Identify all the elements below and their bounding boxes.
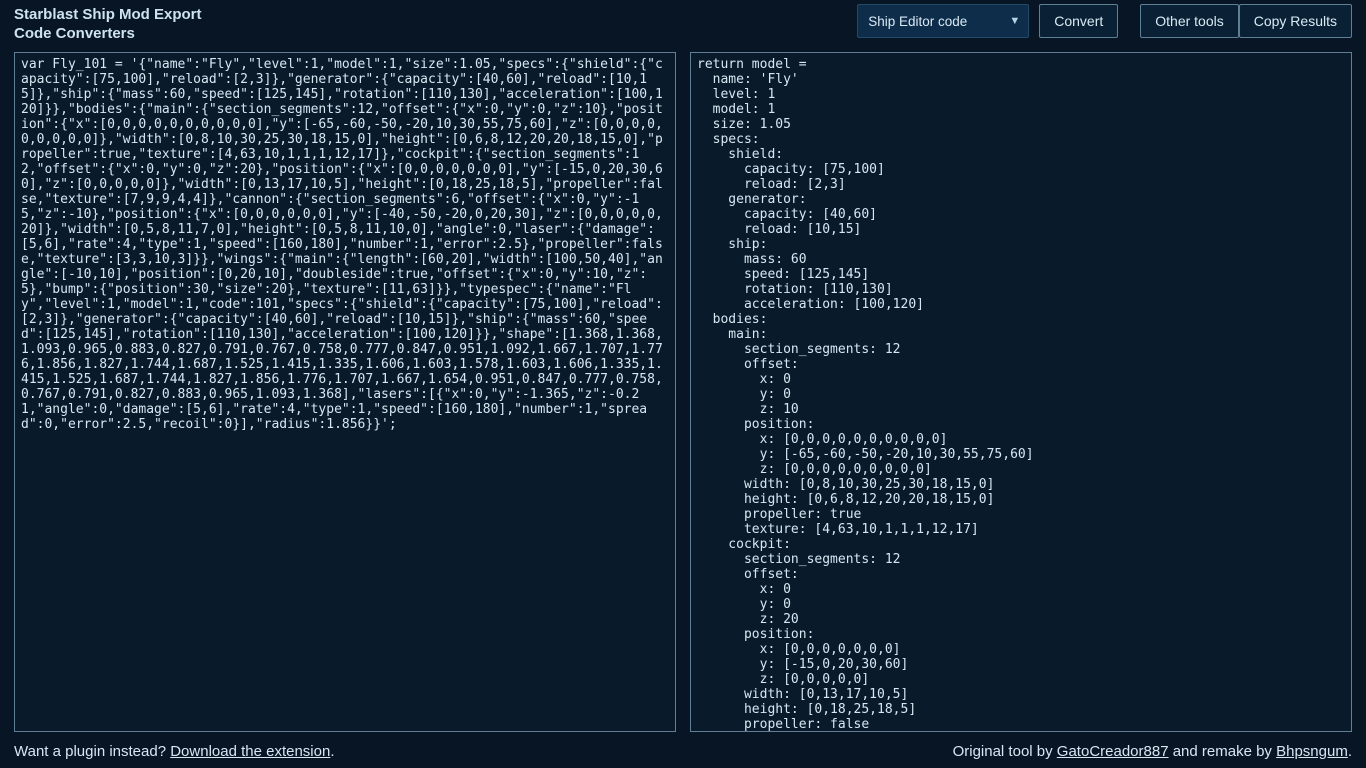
controls-left: Ship Editor code ▼ Convert <box>857 4 1118 38</box>
credit-prefix: Original tool by <box>953 743 1057 760</box>
other-tools-button[interactable]: Other tools <box>1140 4 1238 38</box>
format-select-value: Ship Editor code <box>868 14 967 29</box>
footer: Want a plugin instead? Download the exte… <box>0 732 1366 764</box>
chevron-down-icon: ▼ <box>1009 15 1020 27</box>
app-title: Starblast Ship Mod Export Code Converter… <box>14 4 202 44</box>
panels: var Fly_101 = '{"name":"Fly","level":1,"… <box>0 52 1366 732</box>
header-bar: Starblast Ship Mod Export Code Converter… <box>0 0 1366 52</box>
controls-right: Copy Results <box>1239 4 1352 38</box>
title-line-1: Starblast Ship Mod Export <box>14 6 202 25</box>
credits: Original tool by GatoCreador887 and rema… <box>953 743 1352 760</box>
credit-suffix: . <box>1348 743 1352 760</box>
convert-button[interactable]: Convert <box>1039 4 1118 38</box>
plugin-hint: Want a plugin instead? Download the exte… <box>14 743 335 760</box>
other-tools-label: Other tools <box>1155 13 1223 29</box>
author2-link[interactable]: Bhpsngum <box>1276 743 1348 760</box>
copy-results-button[interactable]: Copy Results <box>1239 4 1352 38</box>
title-line-2: Code Converters <box>14 25 202 44</box>
copy-results-label: Copy Results <box>1254 13 1337 29</box>
input-code-panel[interactable]: var Fly_101 = '{"name":"Fly","level":1,"… <box>14 52 676 732</box>
format-select[interactable]: Ship Editor code ▼ <box>857 4 1029 38</box>
controls-mid: Other tools <box>1140 4 1238 38</box>
plugin-suffix: . <box>330 743 334 760</box>
plugin-prefix: Want a plugin instead? <box>14 743 170 760</box>
credit-mid: and remake by <box>1169 743 1277 760</box>
download-extension-link[interactable]: Download the extension <box>170 743 330 760</box>
author1-link[interactable]: GatoCreador887 <box>1057 743 1169 760</box>
convert-button-label: Convert <box>1054 13 1103 29</box>
output-code-panel[interactable]: return model = name: 'Fly' level: 1 mode… <box>690 52 1352 732</box>
